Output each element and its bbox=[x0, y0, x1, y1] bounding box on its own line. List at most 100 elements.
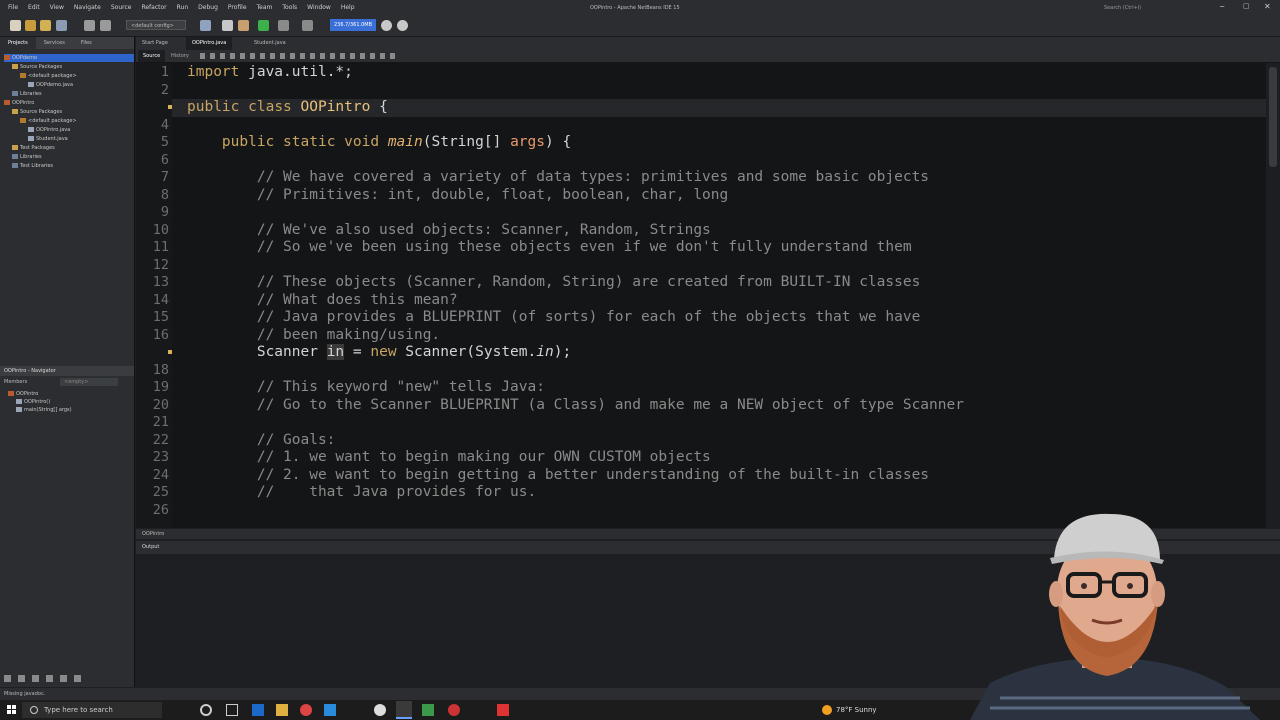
breadcrumb[interactable]: OOPintro bbox=[142, 529, 164, 539]
outlook-icon[interactable] bbox=[252, 704, 264, 716]
new-project-icon[interactable] bbox=[25, 20, 36, 31]
hint-bulb-icon[interactable] bbox=[168, 105, 172, 109]
navigator-item[interactable]: OOPintro bbox=[8, 390, 38, 398]
app-icon-d[interactable] bbox=[497, 704, 509, 716]
config-select[interactable]: <default config> bbox=[126, 20, 186, 30]
tree-item[interactable]: OOPdemo bbox=[4, 54, 134, 62]
menu-view[interactable]: View bbox=[50, 0, 64, 16]
vscode-icon[interactable] bbox=[324, 704, 336, 716]
code-line[interactable]: // What does this mean? bbox=[187, 292, 458, 308]
memory-indicator[interactable]: 236.7/361.0MB bbox=[330, 19, 376, 31]
menu-edit[interactable]: Edit bbox=[28, 0, 40, 16]
code-line[interactable]: public class OOPintro { bbox=[187, 99, 388, 115]
tree-item[interactable]: OOPintro bbox=[4, 99, 34, 107]
hint-bulb-icon[interactable] bbox=[168, 350, 172, 354]
menu-team[interactable]: Team bbox=[257, 0, 273, 16]
navigator-title: OOPintro - Navigator bbox=[0, 366, 134, 376]
save-all-icon[interactable] bbox=[56, 20, 67, 31]
code-line[interactable]: // This keyword "new" tells Java: bbox=[187, 379, 545, 395]
tree-item[interactable]: Source Packages bbox=[12, 63, 62, 71]
ide-search-input[interactable]: Search (Ctrl+I) bbox=[1104, 3, 1194, 13]
code-editor[interactable]: 1 2 4 5 6 7 8 9 10 11 12 13 14 15 16 18 19 20 21 22 23 24 25 26… bbox=[136, 63, 1266, 528]
code-line[interactable]: // We've also used objects: Scanner, Ran… bbox=[187, 222, 711, 238]
open-project-icon[interactable] bbox=[40, 20, 51, 31]
history-tab[interactable]: History bbox=[166, 50, 194, 62]
code-line[interactable]: // Primitives: int, double, float, boole… bbox=[187, 187, 728, 203]
weather-text[interactable]: 78°F Sunny bbox=[836, 700, 877, 720]
menu-navigate[interactable]: Navigate bbox=[74, 0, 101, 16]
gc2-icon[interactable] bbox=[397, 20, 408, 31]
navigator-item[interactable]: OOPintro() bbox=[16, 398, 50, 406]
gc-icon[interactable] bbox=[381, 20, 392, 31]
file-explorer-icon[interactable] bbox=[276, 704, 288, 716]
code-line[interactable]: // Java provides a BLUEPRINT (of sorts) … bbox=[187, 309, 920, 325]
app-icon-a[interactable] bbox=[374, 704, 386, 716]
tree-item[interactable]: <default package> bbox=[20, 117, 77, 125]
menu-refactor[interactable]: Refactor bbox=[141, 0, 166, 16]
menu-debug[interactable]: Debug bbox=[198, 0, 218, 16]
code-line[interactable]: // been making/using. bbox=[187, 327, 440, 343]
tab-start-page[interactable]: Start Page bbox=[136, 37, 174, 50]
editor-scrollbar[interactable] bbox=[1266, 63, 1280, 528]
source-tab[interactable]: Source bbox=[138, 50, 166, 62]
navigator-item[interactable]: main(String[] args) bbox=[16, 406, 72, 414]
menu-file[interactable]: File bbox=[8, 0, 18, 16]
tab-services[interactable]: Services bbox=[36, 37, 73, 49]
cortana-icon[interactable] bbox=[200, 704, 212, 716]
undo-icon[interactable] bbox=[84, 20, 95, 31]
chrome-icon[interactable] bbox=[300, 704, 312, 716]
profile-icon[interactable] bbox=[302, 20, 313, 31]
code-line[interactable]: // These objects (Scanner, Random, Strin… bbox=[187, 274, 920, 290]
menu-source[interactable]: Source bbox=[111, 0, 132, 16]
tree-item[interactable]: Student.java bbox=[28, 135, 68, 143]
tree-item[interactable]: OOPintro.java bbox=[28, 126, 70, 134]
tree-item-label: Libraries bbox=[20, 91, 42, 97]
code-line[interactable]: // So we've been using these objects eve… bbox=[187, 239, 912, 255]
tree-item[interactable]: <default package> bbox=[20, 72, 77, 80]
menu-tools[interactable]: Tools bbox=[282, 0, 297, 16]
code-line[interactable]: import java.util.*; bbox=[187, 64, 353, 80]
tab-oopintro-java[interactable]: OOPintro.java bbox=[186, 37, 233, 50]
close-icon[interactable]: ✕ bbox=[1264, 2, 1271, 11]
menu-help[interactable]: Help bbox=[341, 0, 355, 16]
tab-projects[interactable]: Projects bbox=[0, 37, 36, 49]
code-line[interactable]: // that Java provides for us. bbox=[187, 484, 536, 500]
redo-icon[interactable] bbox=[100, 20, 111, 31]
app-icon-c[interactable] bbox=[448, 704, 460, 716]
tab-student-java[interactable]: Student.java bbox=[248, 37, 292, 50]
members-filter[interactable]: <empty> bbox=[60, 378, 118, 386]
taskbar-search[interactable]: Type here to search bbox=[22, 702, 162, 718]
tree-item[interactable]: Libraries bbox=[12, 90, 42, 98]
debug-icon[interactable] bbox=[278, 20, 289, 31]
tree-item[interactable]: Test Packages bbox=[12, 144, 55, 152]
menu-window[interactable]: Window bbox=[307, 0, 331, 16]
tab-files[interactable]: Files bbox=[73, 37, 100, 49]
app-icon-b[interactable] bbox=[422, 704, 434, 716]
clean-build-icon[interactable] bbox=[238, 20, 249, 31]
tree-item[interactable]: OOPdemo.java bbox=[28, 81, 73, 89]
tree-item[interactable]: Libraries bbox=[12, 153, 42, 161]
code-line[interactable]: // Go to the Scanner BLUEPRINT (a Class)… bbox=[187, 397, 964, 413]
new-file-icon[interactable] bbox=[10, 20, 21, 31]
maximize-icon[interactable]: ▢ bbox=[1243, 2, 1250, 10]
netbeans-taskbar-icon[interactable] bbox=[396, 701, 412, 719]
tree-item[interactable]: Source Packages bbox=[12, 108, 62, 116]
code-line[interactable]: Scanner in = new Scanner(System.in); bbox=[187, 344, 571, 360]
start-icon[interactable] bbox=[7, 705, 17, 715]
java-file-icon bbox=[28, 82, 34, 87]
build-icon[interactable] bbox=[222, 20, 233, 31]
menu-profile[interactable]: Profile bbox=[228, 0, 247, 16]
run-icon[interactable] bbox=[258, 20, 269, 31]
menu-run[interactable]: Run bbox=[177, 0, 189, 16]
code-line[interactable]: public static void main(String[] args) { bbox=[187, 134, 571, 150]
code-line[interactable]: // Goals: bbox=[187, 432, 336, 448]
code-line[interactable]: // 2. we want to begin getting a better … bbox=[187, 467, 929, 483]
tree-item[interactable]: Test Libraries bbox=[12, 162, 53, 170]
code-line[interactable]: // 1. we want to begin making our OWN CU… bbox=[187, 449, 711, 465]
code-line[interactable]: // We have covered a variety of data typ… bbox=[187, 169, 929, 185]
config-settings-icon[interactable] bbox=[200, 20, 211, 31]
task-view-icon[interactable] bbox=[226, 704, 238, 716]
scroll-thumb[interactable] bbox=[1269, 67, 1277, 167]
tab-output[interactable]: Output bbox=[142, 541, 159, 554]
minimize-icon[interactable]: ─ bbox=[1220, 3, 1224, 11]
